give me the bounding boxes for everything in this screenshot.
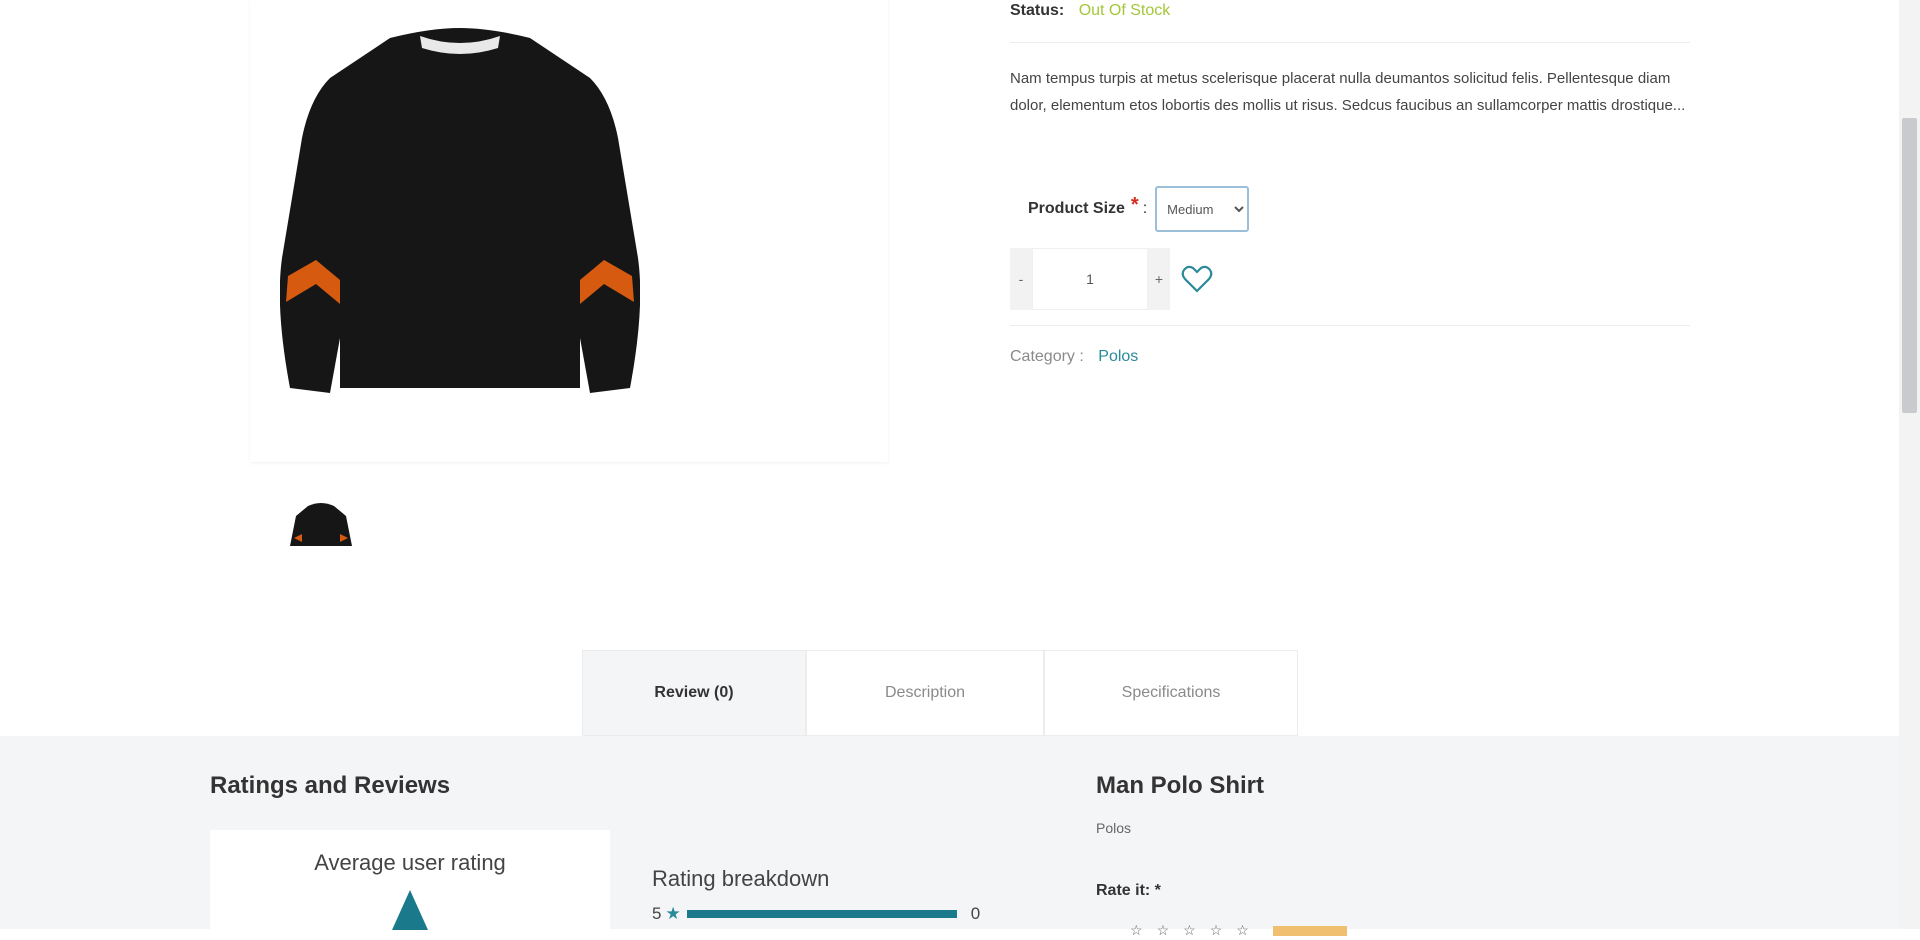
review-product-category: Polos bbox=[1096, 820, 1132, 836]
ratings-title: Ratings and Reviews bbox=[210, 772, 451, 799]
breakdown-count: 0 bbox=[970, 904, 981, 923]
stock-status: Status: Out Of Stock bbox=[1010, 2, 1170, 20]
breakdown-stars: 5 bbox=[652, 904, 662, 923]
tab-review[interactable]: Review (0) bbox=[582, 650, 806, 736]
status-value: Out Of Stock bbox=[1078, 2, 1171, 19]
category-link[interactable]: Polos bbox=[1098, 348, 1138, 365]
breakdown-title: Rating breakdown bbox=[652, 866, 830, 891]
breakdown-bar bbox=[686, 910, 957, 918]
rating-badge bbox=[1272, 925, 1347, 936]
breakdown-row: 5 ★ 0 bbox=[652, 904, 980, 924]
status-label: Status: bbox=[1010, 2, 1065, 19]
divider bbox=[1010, 325, 1690, 326]
product-category: Category : Polos bbox=[1010, 348, 1138, 366]
sweater-thumbnail-icon bbox=[290, 503, 352, 546]
product-tabs: Review (0) Description Specifications bbox=[582, 650, 1298, 736]
product-thumbnail[interactable] bbox=[280, 490, 362, 556]
size-label: Product Size bbox=[1028, 200, 1125, 217]
divider bbox=[1010, 42, 1690, 43]
average-rating-title: Average user rating bbox=[314, 850, 506, 875]
quantity-input[interactable] bbox=[1032, 248, 1148, 310]
review-product-name: Man Polo Shirt bbox=[1096, 772, 1264, 799]
star-icon: ★ bbox=[665, 904, 681, 923]
star-icon[interactable]: ☆ bbox=[1210, 922, 1223, 939]
page-scrollbar[interactable] bbox=[1899, 0, 1920, 929]
rate-it-label: Rate it: * bbox=[1096, 882, 1161, 899]
category-label: Category : bbox=[1010, 348, 1084, 365]
tab-specifications[interactable]: Specifications bbox=[1044, 650, 1298, 736]
size-select[interactable]: Medium bbox=[1155, 186, 1250, 232]
star-icon[interactable]: ☆ bbox=[1130, 922, 1143, 939]
quantity-stepper: - + bbox=[1010, 248, 1214, 310]
required-mark: * bbox=[1130, 193, 1139, 216]
star-icon[interactable]: ☆ bbox=[1183, 922, 1196, 939]
product-short-description: Nam tempus turpis at metus scelerisque p… bbox=[1010, 70, 1686, 114]
qty-decrease-button[interactable]: - bbox=[1010, 248, 1032, 310]
scrollbar-thumb[interactable] bbox=[1902, 118, 1917, 413]
tab-description[interactable]: Description bbox=[806, 650, 1044, 736]
sweater-image bbox=[280, 28, 640, 393]
heart-icon bbox=[1181, 265, 1213, 293]
star-icon[interactable]: ☆ bbox=[1157, 922, 1170, 939]
product-size-row: Product Size * : Medium bbox=[1028, 186, 1250, 232]
product-main-image bbox=[250, 0, 888, 462]
qty-increase-button[interactable]: + bbox=[1148, 248, 1170, 310]
rating-indicator-icon bbox=[392, 890, 428, 930]
average-rating-box: Average user rating bbox=[210, 830, 610, 940]
star-icon[interactable]: ☆ bbox=[1236, 922, 1249, 939]
rate-stars-row[interactable]: ☆ ☆ ☆ ☆ ☆ bbox=[1130, 922, 1347, 939]
size-colon: : bbox=[1142, 200, 1148, 217]
review-panel: Ratings and Reviews Average user rating … bbox=[0, 736, 1899, 940]
wishlist-button[interactable] bbox=[1180, 264, 1214, 294]
